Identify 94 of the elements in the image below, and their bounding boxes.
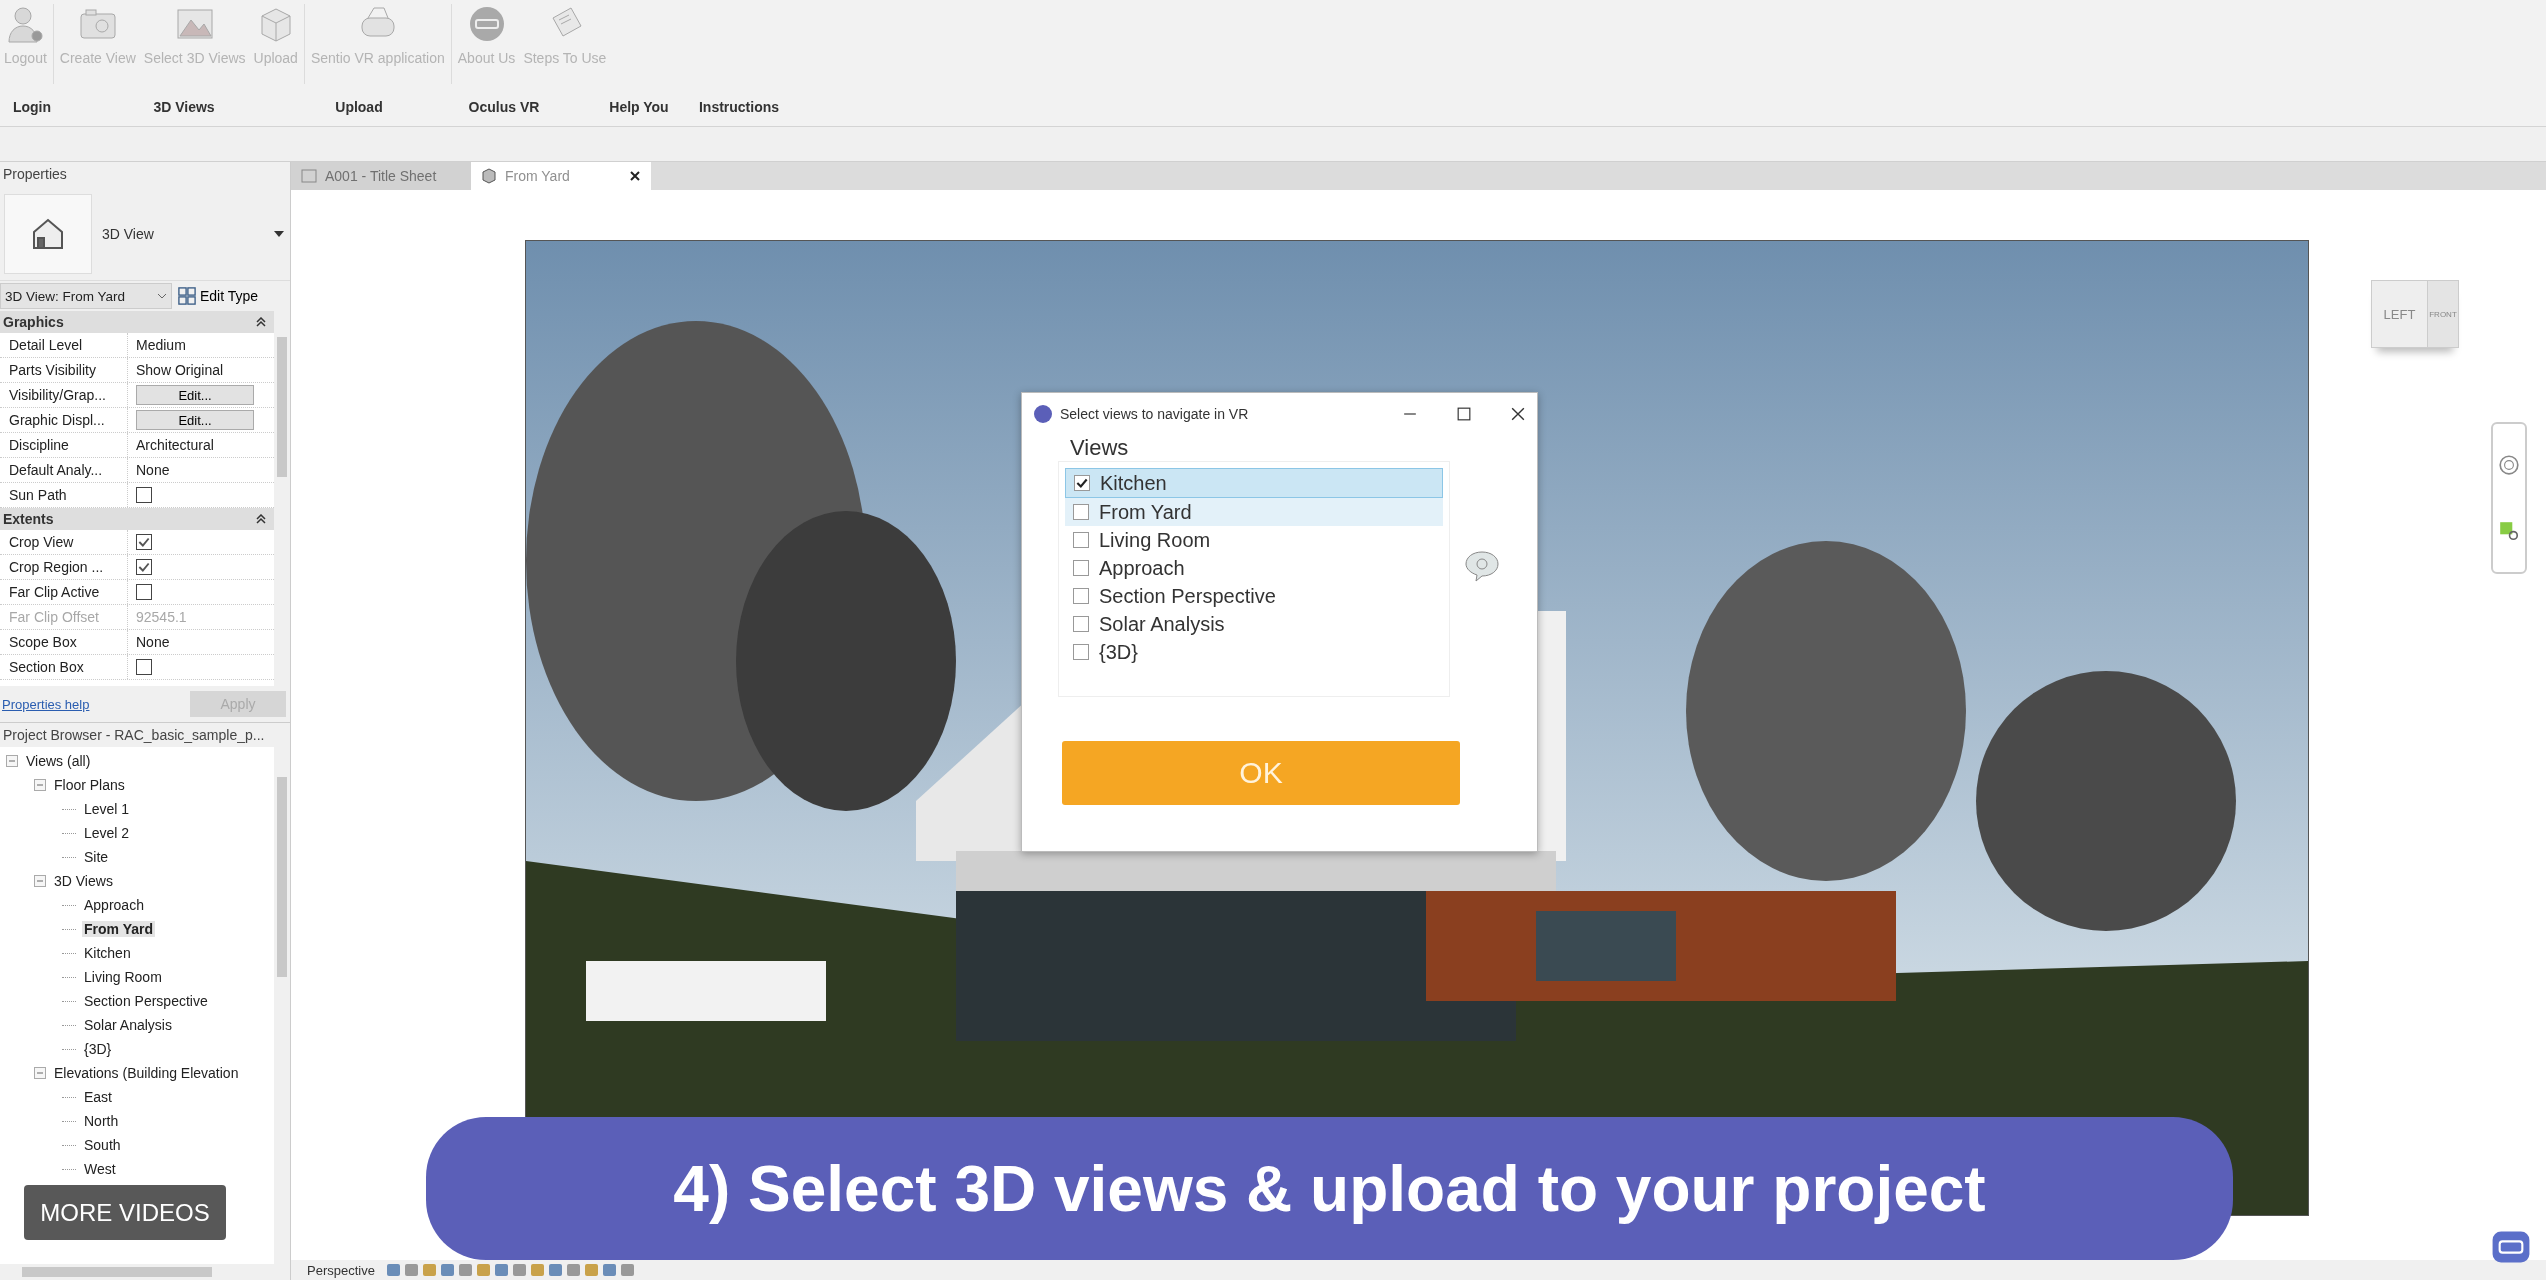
checkbox[interactable] xyxy=(1073,560,1089,576)
property-label: Default Analy... xyxy=(0,458,128,482)
property-label: Parts Visibility xyxy=(0,358,128,382)
sheet-icon xyxy=(301,168,317,184)
tree-item[interactable]: Living Room xyxy=(82,969,164,985)
section-header[interactable]: Graphics xyxy=(0,311,274,333)
checkbox[interactable] xyxy=(136,534,152,550)
tree-item[interactable]: From Yard xyxy=(82,921,155,937)
tree-item[interactable]: Level 2 xyxy=(82,825,132,841)
ribbon-group-label: Upload xyxy=(334,99,384,115)
property-label: Far Clip Active xyxy=(0,580,128,604)
tree-item[interactable]: North xyxy=(82,1113,121,1129)
help-bubble-icon[interactable] xyxy=(1464,550,1500,582)
checkbox[interactable] xyxy=(1073,644,1089,660)
section-header[interactable]: Extents xyxy=(0,508,274,530)
collapse-icon[interactable] xyxy=(256,317,266,327)
panel-title: Properties xyxy=(2,165,68,184)
edit-type-button[interactable]: Edit Type xyxy=(178,287,259,305)
tree-item[interactable]: Floor Plans xyxy=(52,777,127,793)
tree-item[interactable]: Kitchen xyxy=(82,945,133,961)
property-value: None xyxy=(136,462,170,478)
edit-button[interactable]: Edit... xyxy=(136,385,254,405)
close-icon[interactable] xyxy=(1511,407,1525,421)
property-value: Show Original xyxy=(136,362,224,378)
list-item[interactable]: Approach xyxy=(1065,554,1443,582)
view-mode-label: Perspective xyxy=(307,1262,375,1278)
list-item[interactable]: From Yard xyxy=(1065,498,1443,526)
tree-item[interactable]: 3D Views xyxy=(52,873,115,889)
property-label: Far Clip Offset xyxy=(0,605,128,629)
app-logo-icon xyxy=(1034,405,1052,423)
zoom-icon[interactable] xyxy=(2498,520,2520,542)
property-label: Sun Path xyxy=(0,483,128,507)
group-label: Views xyxy=(1070,435,1130,461)
cube-icon xyxy=(481,168,497,184)
more-videos-button[interactable]: MORE VIDEOS xyxy=(24,1185,226,1240)
property-value: 92545.1 xyxy=(136,609,187,625)
tree-item[interactable]: {3D} xyxy=(82,1041,114,1057)
chevron-icon xyxy=(157,293,167,299)
collapse-icon[interactable] xyxy=(256,514,266,524)
list-item[interactable]: Living Room xyxy=(1065,526,1443,554)
property-value: None xyxy=(136,634,170,650)
steering-wheel-icon[interactable] xyxy=(2498,454,2520,476)
tree-item[interactable]: Solar Analysis xyxy=(82,1017,174,1033)
property-label: Section Box xyxy=(0,655,128,679)
property-label: Visibility/Grap... xyxy=(0,383,128,407)
person-icon xyxy=(5,4,46,44)
edit-button[interactable]: Edit... xyxy=(136,410,254,430)
maximize-icon[interactable] xyxy=(1457,407,1471,421)
subtitles-icon[interactable] xyxy=(2491,1230,2531,1264)
type-selector[interactable]: 3D View xyxy=(96,188,290,280)
property-label: Discipline xyxy=(0,433,128,457)
list-item[interactable]: Kitchen xyxy=(1065,468,1443,498)
ribbon-group-label: Oculus VR xyxy=(467,99,541,115)
close-icon[interactable] xyxy=(629,170,641,182)
checkbox[interactable] xyxy=(1073,532,1089,548)
tree-item[interactable]: West xyxy=(82,1161,118,1177)
checkbox[interactable] xyxy=(136,659,152,675)
tree-item[interactable]: Approach xyxy=(82,897,146,913)
tree-item[interactable]: Section Perspective xyxy=(82,993,210,1009)
property-label: Crop View xyxy=(0,530,128,554)
ribbon-group-label: Help You xyxy=(608,99,670,115)
checkbox[interactable] xyxy=(1073,588,1089,604)
instance-dropdown[interactable]: 3D View: From Yard xyxy=(0,283,172,309)
checkbox[interactable] xyxy=(1074,475,1090,491)
panel-title: Project Browser - RAC_basic_sample_p... xyxy=(0,723,290,747)
checkbox[interactable] xyxy=(1073,504,1089,520)
tree-item[interactable]: South xyxy=(82,1137,123,1153)
grid-icon xyxy=(178,287,196,305)
ribbon-group-label: Instructions xyxy=(697,99,781,115)
ribbon-group-label: 3D Views xyxy=(152,99,216,115)
checkbox[interactable] xyxy=(136,559,152,575)
checkbox[interactable] xyxy=(1073,616,1089,632)
tree-item[interactable]: East xyxy=(82,1089,114,1105)
property-label: Scope Box xyxy=(0,630,128,654)
checkbox[interactable] xyxy=(136,487,152,503)
list-item[interactable]: Solar Analysis xyxy=(1065,610,1443,638)
caption-banner: 4) Select 3D views & upload to your project xyxy=(426,1117,2233,1260)
tree-item[interactable]: Level 1 xyxy=(82,801,132,817)
tree-item[interactable]: Site xyxy=(82,849,111,865)
ribbon-group-label: Login xyxy=(11,99,53,115)
list-item[interactable]: {3D} xyxy=(1065,638,1443,666)
property-value: Architectural xyxy=(136,437,214,453)
property-label: Detail Level xyxy=(0,333,128,357)
tree-item[interactable]: Views (all) xyxy=(24,753,93,769)
property-label: Graphic Displ... xyxy=(0,408,128,432)
property-label: Crop Region ... xyxy=(0,555,128,579)
list-item[interactable]: Section Perspective xyxy=(1065,582,1443,610)
caret-icon xyxy=(274,231,284,237)
dialog-title: Select views to navigate in VR xyxy=(1060,406,1250,422)
tree-item[interactable]: Elevations (Building Elevation xyxy=(52,1065,241,1081)
scrollbar[interactable] xyxy=(0,1264,290,1280)
checkbox[interactable] xyxy=(136,584,152,600)
help-link[interactable]: Properties help xyxy=(2,696,90,712)
property-value: Medium xyxy=(136,337,186,353)
